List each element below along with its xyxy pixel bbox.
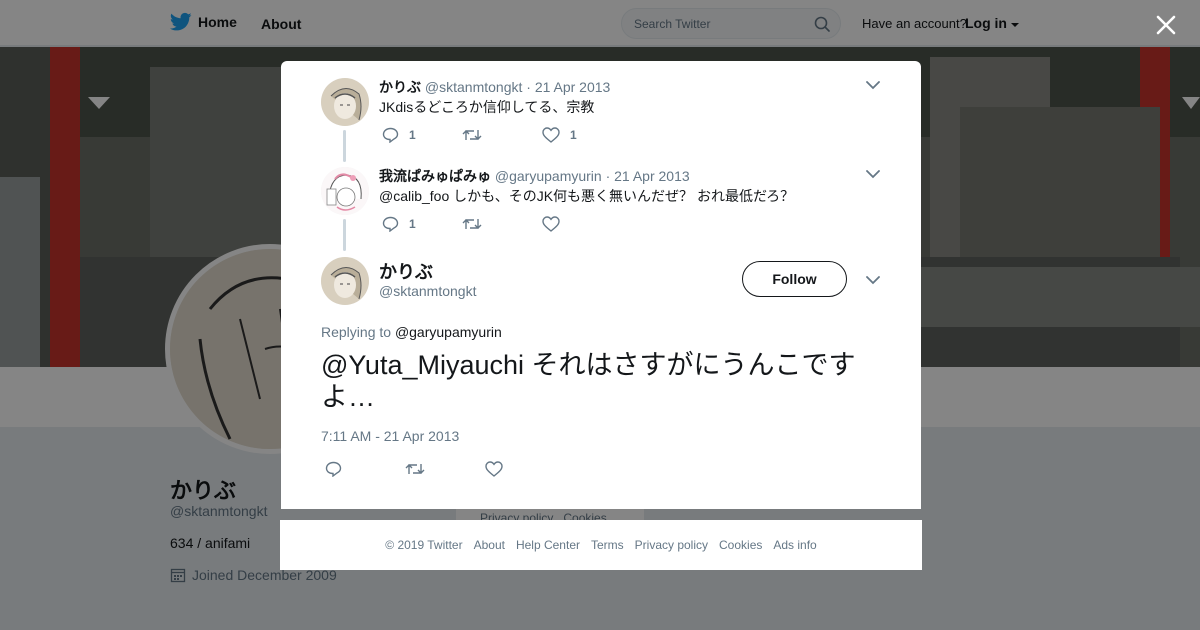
like-button[interactable]: 1 — [542, 127, 622, 143]
main-tweet-author-handle[interactable]: @sktanmtongkt — [379, 283, 476, 299]
chevron-down-icon[interactable] — [866, 169, 880, 179]
retweet-icon — [462, 219, 482, 229]
footer-link-privacy-policy[interactable]: Privacy policy — [635, 538, 708, 552]
footer-link-help-center[interactable]: Help Center — [516, 538, 580, 552]
close-icon[interactable] — [1153, 12, 1179, 38]
footer-link-terms[interactable]: Terms — [591, 538, 624, 552]
main-tweet-text: @Yuta_Miyauchi それはさすがにうんこですよ… — [321, 350, 856, 412]
replying-to-handle[interactable]: @garyupamyurin — [395, 324, 502, 340]
main-tweet-timestamp[interactable]: 7:11 AM - 21 Apr 2013 — [321, 428, 459, 444]
thread-connector — [343, 130, 346, 162]
avatar[interactable] — [321, 257, 369, 305]
avatar[interactable] — [321, 167, 369, 215]
heart-icon — [485, 461, 503, 477]
reply-count: 1 — [409, 128, 416, 142]
avatar[interactable] — [321, 78, 369, 126]
tweet-date[interactable]: · 21 Apr 2013 — [526, 79, 610, 95]
tweet-author-name[interactable]: 我流ぱみゅぱみゅ — [379, 168, 491, 184]
heart-icon — [542, 127, 560, 143]
reply-count: 1 — [409, 217, 416, 231]
retweet-button[interactable] — [405, 461, 485, 477]
replying-to: Replying to @garyupamyurin — [321, 324, 502, 340]
footer-link-ads-info[interactable]: Ads info — [773, 538, 816, 552]
like-button[interactable] — [485, 461, 565, 477]
footer-link-cookies[interactable]: Cookies — [719, 538, 762, 552]
tweet-text: @calib_foo しかも、そのJK何も悪く無いんだぜ？ おれ最低だろ？ — [379, 188, 795, 204]
replying-to-prefix: Replying to — [321, 324, 392, 340]
tweet-header: 我流ぱみゅぱみゅ @garyupamyurin · 21 Apr 2013 — [379, 166, 690, 186]
tweet-header: かりぶ @sktanmtongkt · 21 Apr 2013 — [379, 77, 610, 97]
reply-icon — [382, 127, 399, 143]
footer: © 2019 Twitter About Help Center Terms P… — [280, 520, 922, 570]
main-tweet-actions — [325, 461, 565, 477]
reply-button[interactable]: 1 — [382, 216, 462, 232]
heart-icon — [542, 216, 560, 232]
retweet-icon — [462, 130, 482, 140]
thread-connector — [343, 219, 346, 251]
tweet-actions: 1 — [382, 216, 622, 232]
tweet-author-name[interactable]: かりぶ — [379, 79, 421, 95]
like-count: 1 — [570, 128, 577, 142]
chevron-down-icon[interactable] — [866, 80, 880, 90]
reply-icon — [325, 461, 342, 477]
like-button[interactable] — [542, 216, 622, 232]
tweet-author-handle[interactable]: @sktanmtongkt — [425, 79, 522, 95]
chevron-down-icon[interactable] — [866, 275, 880, 285]
footer-copyright: © 2019 Twitter — [385, 538, 463, 552]
tweet-modal: かりぶ @sktanmtongkt · 21 Apr 2013 JKdisるどこ… — [281, 61, 921, 509]
reply-icon — [382, 216, 399, 232]
retweet-button[interactable] — [462, 127, 542, 143]
retweet-button[interactable] — [462, 216, 542, 232]
tweet-actions: 1 1 — [382, 127, 622, 143]
follow-button[interactable]: Follow — [742, 261, 847, 297]
footer-link-about[interactable]: About — [474, 538, 505, 552]
retweet-icon — [405, 464, 425, 474]
tweet-date[interactable]: · 21 Apr 2013 — [606, 168, 690, 184]
tweet-author-handle[interactable]: @garyupamyurin — [495, 168, 602, 184]
main-tweet-author-name[interactable]: かりぶ — [379, 258, 433, 284]
tweet-text: JKdisるどころか信仰してる、宗教 — [379, 99, 595, 115]
reply-button[interactable]: 1 — [382, 127, 462, 143]
reply-button[interactable] — [325, 461, 405, 477]
